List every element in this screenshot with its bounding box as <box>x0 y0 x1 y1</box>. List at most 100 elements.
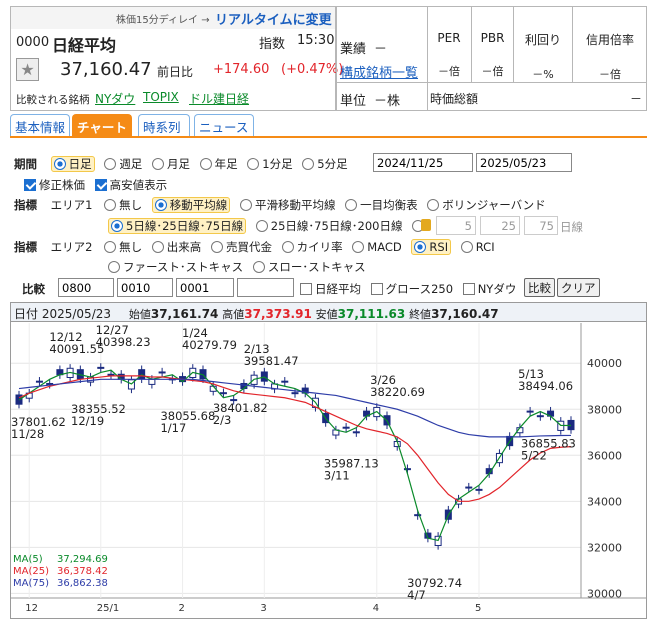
delay-text: 株価15分ディレイ → <box>116 15 210 26</box>
clear-button[interactable]: クリア <box>557 278 600 297</box>
radio-icon <box>239 199 252 211</box>
compare-input-3[interactable] <box>176 278 234 297</box>
area1-ma[interactable]: 移動平均線 <box>151 197 231 213</box>
period-monthly[interactable]: 月足 <box>151 157 190 171</box>
x-tick-label: 3 <box>260 603 266 614</box>
unit-value: －株 <box>374 94 401 109</box>
area1-smoothed-ma[interactable]: 平滑移動平均線 <box>239 198 335 212</box>
metric-value: －倍 <box>481 65 504 78</box>
candle-body <box>97 366 105 369</box>
close-label: 終値 <box>409 308 432 321</box>
radio-icon <box>414 241 427 253</box>
radio-icon <box>104 241 117 253</box>
candle-body <box>148 378 156 385</box>
area2-deviation[interactable]: カイリ率 <box>281 240 343 254</box>
radio-icon <box>199 158 212 170</box>
ma-input-3[interactable] <box>524 216 558 235</box>
favorite-star-button[interactable]: ★ <box>16 58 39 81</box>
compare-link-topix[interactable]: TOPIX <box>143 90 179 104</box>
price-annotation: 2/3 <box>213 413 232 427</box>
candle-body <box>219 392 227 395</box>
area2-fast-stoch[interactable]: ファースト･ストキャス <box>108 260 243 274</box>
compare-input-1[interactable] <box>58 278 114 297</box>
area1-bollinger[interactable]: ボリンジャーバンド <box>427 198 546 212</box>
metric-value: －倍 <box>599 68 621 81</box>
metric-per: PER －倍 <box>427 6 472 82</box>
compare-check-nydow[interactable]: NYダウ <box>462 282 516 296</box>
compare-input-2[interactable] <box>117 278 173 297</box>
period-weekly[interactable]: 週足 <box>104 157 142 171</box>
area1-none[interactable]: 無し <box>104 198 142 212</box>
legend-value: 36,378.42 <box>57 566 108 577</box>
current-price: 37,160.47 <box>60 59 152 80</box>
radio-icon <box>154 199 167 211</box>
tab-chart[interactable]: チャート <box>72 114 132 136</box>
date-from-input[interactable] <box>373 153 473 172</box>
highlow-checkbox[interactable]: 高安値表示 <box>94 178 167 192</box>
candle-body <box>526 410 534 413</box>
compare-check-growth250[interactable]: グロース250 <box>370 282 453 296</box>
ma-input-2[interactable] <box>480 216 520 235</box>
ma-5-25-75[interactable]: 5日線･25日線･75日線 <box>108 218 247 234</box>
chart-info: 日付 2025/05/23 始値37,161.74 高値37,373.91 安値… <box>14 305 499 322</box>
radio-icon <box>108 261 120 273</box>
area2-volume[interactable]: 出来高 <box>151 240 201 254</box>
price-chart[interactable]: 40000380003600034000320003000012 25/1 2 3 4 5… <box>11 323 646 618</box>
radio-icon <box>247 158 260 170</box>
ma-25-75-200[interactable]: 25日線･75日線･200日線 <box>255 219 402 233</box>
radio-icon <box>302 158 315 170</box>
compare-label: 比較される銘柄 <box>16 94 90 106</box>
area2-turnover[interactable]: 売買代金 <box>210 240 272 254</box>
adjusted-price-checkbox[interactable]: 修正株価 <box>24 178 85 192</box>
compare-check-nikkei[interactable]: 日経平均 <box>300 282 361 296</box>
period-yearly[interactable]: 年足 <box>199 157 238 171</box>
period-1min[interactable]: 1分足 <box>247 157 293 171</box>
high-label: 高値 <box>222 308 245 321</box>
price-annotation: 1/17 <box>160 421 186 435</box>
ma-input-1[interactable] <box>436 216 476 235</box>
area1-ichimoku[interactable]: 一目均衡表 <box>345 198 418 212</box>
radio-icon <box>151 158 164 170</box>
radio-icon <box>53 158 66 170</box>
compare-row-label: 比較 <box>22 282 45 296</box>
area2-rsi[interactable]: RSI <box>411 239 452 255</box>
period-5min[interactable]: 5分足 <box>302 157 348 171</box>
y-tick-label: 38000 <box>587 403 622 416</box>
compare-checks: 日経平均 グロース250 NYダウ <box>300 281 522 297</box>
compare-link-dollar-nikkei[interactable]: ドル建日経 <box>189 90 249 107</box>
stock-name: 日経平均 <box>52 36 117 55</box>
price-annotation: 38220.69 <box>370 385 425 399</box>
area1-label: エリア1 <box>50 198 93 212</box>
lock-icon <box>421 219 431 231</box>
ma-row: 5日線･25日線･75日線 25日線･75日線･200日線 <box>108 218 433 234</box>
option-row: 修正株価 高安値表示 <box>24 177 173 193</box>
constituents-link[interactable]: 構成銘柄一覧 <box>340 62 418 81</box>
candle-body <box>107 373 115 376</box>
area2-slow-stoch[interactable]: スロー･ストキャス <box>252 260 366 274</box>
realtime-link[interactable]: リアルタイムに変更 <box>215 9 332 28</box>
checkbox-icon <box>300 283 312 295</box>
low-value: 37,111.63 <box>337 307 406 321</box>
market-cap-value: － <box>630 92 643 106</box>
tab-basic-info[interactable]: 基本情報 <box>10 114 70 136</box>
tab-timeseries[interactable]: 時系列 <box>138 114 190 136</box>
period-daily[interactable]: 日足 <box>50 156 95 172</box>
tab-news[interactable]: ニュース <box>194 114 254 136</box>
price-change: +174.60 <box>213 62 270 77</box>
area2-row: 指標 エリア2 無し 出来高 売買代金 カイリ率 MACD RSI RCI <box>14 239 501 255</box>
y-tick-label: 36000 <box>587 449 622 462</box>
compare-button[interactable]: 比較 <box>524 278 555 297</box>
area2-macd[interactable]: MACD <box>352 240 402 254</box>
area2-rci[interactable]: RCI <box>460 240 495 254</box>
metric-margin-ratio: 信用倍率 －倍 <box>573 6 647 82</box>
compare-input-4[interactable] <box>237 278 294 297</box>
compare-link-nydow[interactable]: NYダウ <box>95 90 135 107</box>
area2-none[interactable]: 無し <box>104 240 142 254</box>
indicator-label: 指標 <box>14 198 37 212</box>
date-to-input[interactable] <box>476 153 572 172</box>
price-annotation: 39581.47 <box>244 354 299 368</box>
x-tick-label: 5 <box>475 603 481 614</box>
x-tick-label: 4 <box>373 603 379 614</box>
prev-label: 前日比 <box>157 65 194 79</box>
metric-yield: 利回り －% <box>514 6 573 82</box>
